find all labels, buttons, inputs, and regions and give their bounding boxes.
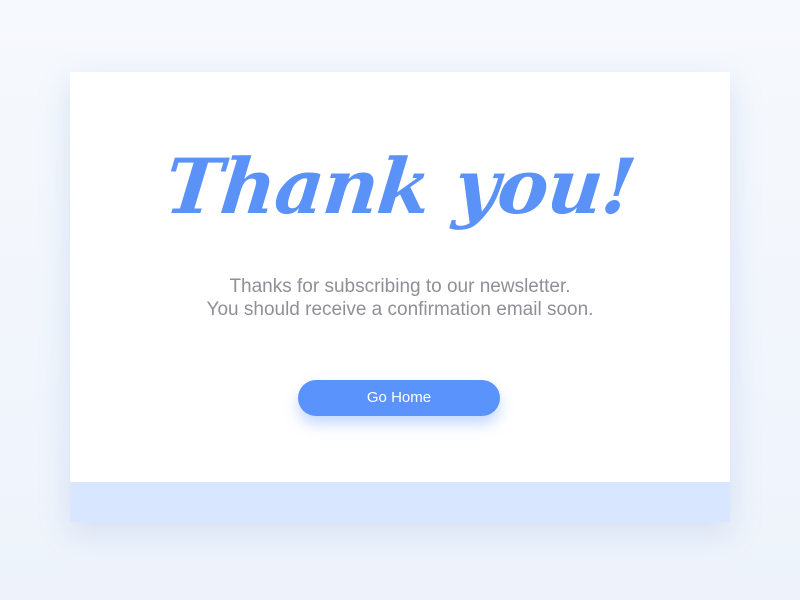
message-line-1: Thanks for subscribing to our newsletter…: [229, 276, 571, 297]
card-footer-band: [70, 482, 730, 522]
confirmation-message: Thanks for subscribing to our newsletter…: [70, 275, 730, 321]
message-line-2: You should receive a confirmation email …: [206, 299, 594, 320]
go-home-button[interactable]: Go Home: [298, 380, 500, 416]
page-title: Thank you!: [160, 142, 640, 231]
thank-you-card: Thank you! Thanks for subscribing to our…: [70, 72, 730, 522]
